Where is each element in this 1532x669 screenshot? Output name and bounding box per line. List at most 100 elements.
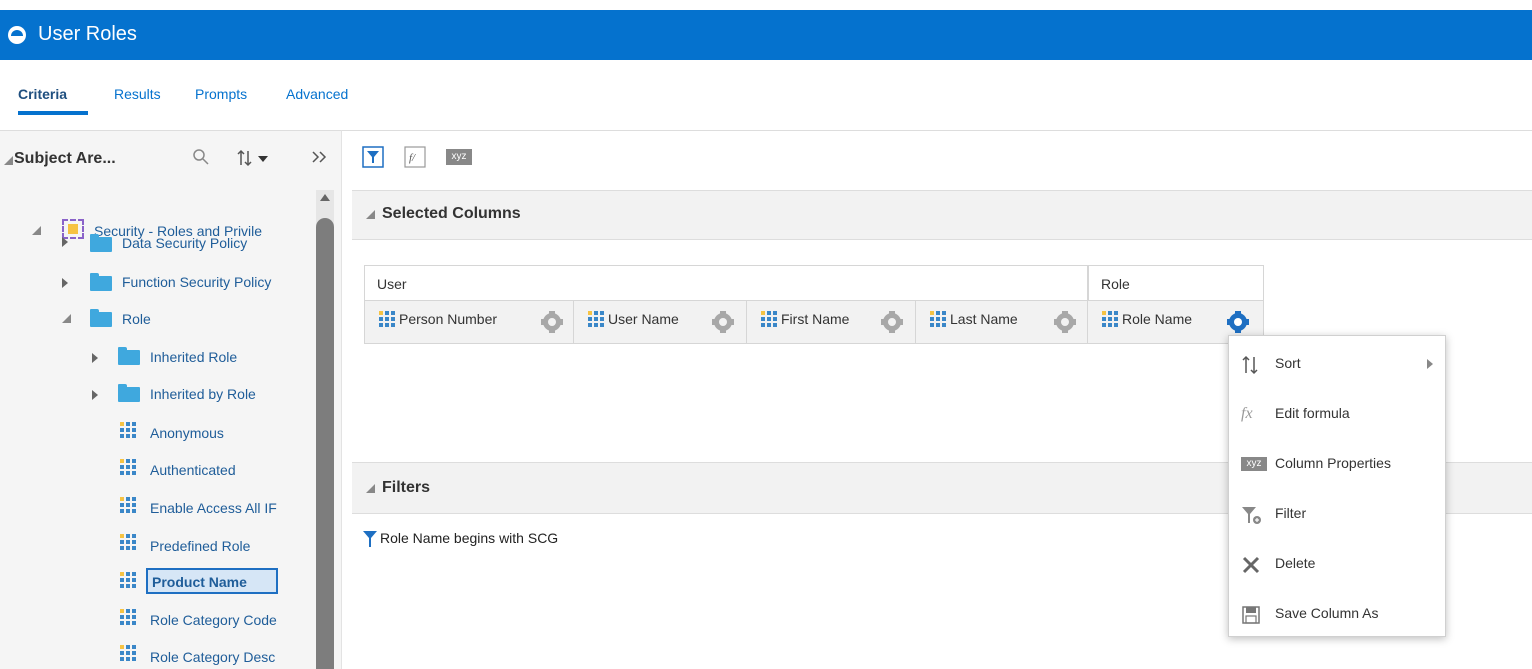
menu-item-delete[interactable]: Delete bbox=[1229, 544, 1447, 584]
column-label: Last Name bbox=[950, 311, 1018, 327]
subject-areas-header: Subject Are... bbox=[14, 150, 116, 167]
tree-item-predefined-role[interactable]: Predefined Role bbox=[150, 537, 250, 555]
tree-item-inherited-role[interactable]: Inherited Role bbox=[150, 348, 237, 366]
selected-columns-title: Selected Columns bbox=[382, 205, 521, 222]
collapsed-icon[interactable] bbox=[62, 237, 68, 247]
collapsed-icon[interactable] bbox=[92, 390, 98, 400]
column-properties-icon[interactable]: xyz bbox=[446, 149, 472, 165]
filter-column: Role Name bbox=[380, 530, 451, 546]
search-icon[interactable] bbox=[192, 148, 210, 166]
tree-item-function-security-policy[interactable]: Function Security Policy bbox=[122, 273, 271, 291]
menu-item-edit-formula[interactable]: fx Edit formula bbox=[1229, 394, 1447, 434]
menu-label: Sort bbox=[1275, 355, 1301, 371]
toolbar-divider bbox=[342, 130, 1532, 131]
column-icon bbox=[120, 572, 136, 588]
column-user-name[interactable]: User Name bbox=[573, 300, 747, 344]
gear-icon[interactable] bbox=[712, 311, 734, 333]
folder-icon bbox=[118, 347, 140, 365]
scroll-up-arrow-icon[interactable] bbox=[320, 194, 330, 201]
collapse-triangle-icon[interactable] bbox=[4, 156, 13, 165]
group-label: User bbox=[377, 276, 407, 292]
folder-icon bbox=[90, 234, 112, 252]
filters-title: Filters bbox=[382, 479, 431, 496]
column-icon bbox=[379, 311, 395, 327]
column-icon bbox=[1102, 311, 1118, 327]
gear-icon[interactable] bbox=[1054, 311, 1076, 333]
filter-icon[interactable] bbox=[362, 146, 384, 168]
menu-item-column-properties[interactable]: xyz Column Properties bbox=[1229, 444, 1447, 484]
column-icon bbox=[930, 311, 946, 327]
selected-columns-header[interactable] bbox=[352, 190, 1532, 240]
tree-item-role[interactable]: Role bbox=[122, 310, 151, 328]
folder-icon bbox=[118, 384, 140, 402]
column-icon bbox=[120, 422, 136, 438]
save-icon bbox=[1242, 606, 1260, 624]
active-tab-indicator bbox=[18, 111, 88, 115]
tab-advanced[interactable]: Advanced bbox=[286, 84, 348, 104]
gear-icon[interactable] bbox=[1227, 311, 1249, 333]
column-label: Role Name bbox=[1122, 311, 1193, 327]
sort-icon bbox=[1242, 355, 1258, 375]
column-first-name[interactable]: First Name bbox=[746, 300, 916, 344]
menu-label: Delete bbox=[1275, 555, 1316, 571]
collapsed-icon[interactable] bbox=[92, 353, 98, 363]
tree-item-product-name[interactable]: Product Name bbox=[152, 573, 247, 591]
column-label: First Name bbox=[781, 311, 850, 327]
gear-icon[interactable] bbox=[881, 311, 903, 333]
column-icon bbox=[120, 645, 136, 661]
collapse-pane-icon[interactable] bbox=[310, 148, 330, 166]
submenu-arrow-icon bbox=[1427, 359, 1433, 369]
column-icon bbox=[120, 497, 136, 513]
filter-add-icon bbox=[1242, 507, 1261, 524]
menu-item-filter[interactable]: Filter bbox=[1229, 494, 1447, 534]
fx-icon: fx bbox=[1241, 405, 1253, 422]
sort-icon[interactable] bbox=[236, 148, 274, 168]
filter-condition: begins with SCG bbox=[453, 530, 559, 546]
tree-item-inherited-by-role[interactable]: Inherited by Role bbox=[150, 385, 256, 403]
section-collapse-icon[interactable] bbox=[366, 484, 375, 493]
column-icon bbox=[761, 311, 777, 327]
menu-label: Save Column As bbox=[1275, 605, 1379, 621]
column-icon bbox=[120, 609, 136, 625]
page-title: User Roles bbox=[38, 23, 137, 45]
folder-icon bbox=[90, 309, 112, 327]
tab-criteria[interactable]: Criteria bbox=[18, 84, 67, 104]
tree-item-authenticated[interactable]: Authenticated bbox=[150, 461, 236, 479]
column-last-name[interactable]: Last Name bbox=[915, 300, 1088, 344]
delete-x-icon bbox=[1242, 556, 1260, 574]
tab-prompts[interactable]: Prompts bbox=[195, 84, 247, 104]
expanded-icon[interactable] bbox=[32, 226, 41, 235]
filter-funnel-icon bbox=[363, 531, 377, 547]
expanded-icon[interactable] bbox=[62, 314, 71, 323]
column-icon bbox=[120, 534, 136, 550]
collapsed-icon[interactable] bbox=[62, 278, 68, 288]
title-bar: User Roles bbox=[0, 10, 1532, 60]
tree-item-data-security-policy[interactable]: Data Security Policy bbox=[122, 234, 247, 252]
menu-label: Filter bbox=[1275, 505, 1307, 521]
column-icon bbox=[120, 459, 136, 475]
tree-item-enable-access[interactable]: Enable Access All IF bbox=[150, 499, 314, 517]
menu-label: Column Properties bbox=[1275, 455, 1391, 471]
tree-item-anonymous[interactable]: Anonymous bbox=[150, 424, 224, 442]
menu-item-sort[interactable]: Sort bbox=[1229, 344, 1447, 384]
tab-results[interactable]: Results bbox=[114, 84, 161, 104]
tree-item-role-category-code[interactable]: Role Category Code bbox=[150, 611, 316, 629]
tree-scrollbar-thumb[interactable] bbox=[316, 218, 334, 669]
filter-item[interactable]: Role Name begins with SCG bbox=[380, 530, 558, 546]
edit-formula-icon[interactable]: f/ bbox=[404, 146, 426, 168]
tree-item-role-category-desc[interactable]: Role Category Desc bbox=[150, 648, 316, 666]
group-label: Role bbox=[1101, 276, 1130, 292]
gear-icon[interactable] bbox=[541, 311, 563, 333]
xyz-icon: xyz bbox=[1241, 457, 1267, 471]
menu-label: Edit formula bbox=[1275, 405, 1350, 421]
subject-area-icon bbox=[62, 219, 84, 239]
menu-item-save-column-as[interactable]: Save Column As bbox=[1229, 594, 1447, 634]
oracle-globe-icon bbox=[8, 26, 26, 44]
column-context-menu: Sort fx Edit formula xyz Column Properti… bbox=[1228, 335, 1446, 637]
folder-icon bbox=[90, 273, 112, 291]
column-person-number[interactable]: Person Number bbox=[364, 300, 574, 344]
section-collapse-icon[interactable] bbox=[366, 210, 375, 219]
column-label: User Name bbox=[608, 311, 679, 327]
column-label: Person Number bbox=[399, 311, 498, 327]
column-group-role: Role bbox=[1088, 265, 1264, 301]
